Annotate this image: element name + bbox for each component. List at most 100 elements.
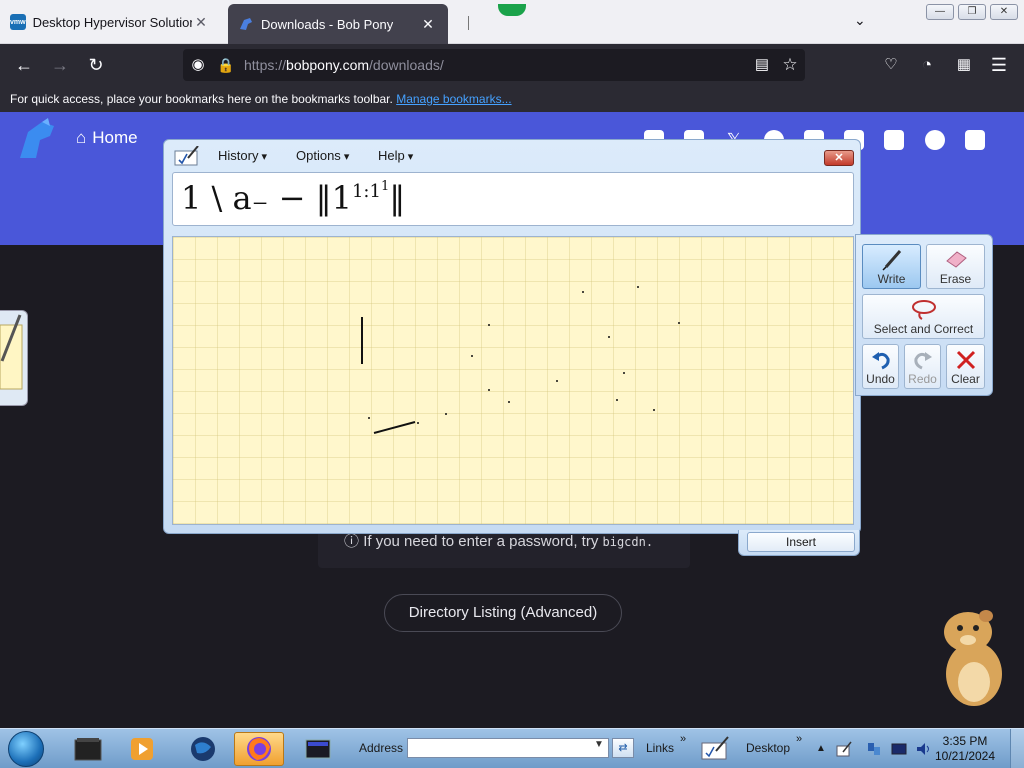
monitor-tray-icon[interactable] bbox=[891, 741, 907, 757]
erase-label: Erase bbox=[939, 272, 972, 286]
reader-view-icon[interactable]: ▤ bbox=[749, 52, 775, 78]
manage-bookmarks-link[interactable]: Manage bookmarks... bbox=[396, 92, 511, 106]
clear-label: Clear bbox=[951, 372, 980, 386]
desktop-chevron-icon[interactable]: » bbox=[796, 733, 802, 745]
vmware-favicon-icon: vmw bbox=[10, 14, 26, 30]
volume-tray-icon[interactable] bbox=[915, 741, 931, 757]
tab-desktop-hypervisor[interactable]: vmw Desktop Hypervisor Solutions | ✕ bbox=[0, 2, 220, 42]
taskbar-clock[interactable]: 3:35 PM 10/21/2024 bbox=[930, 734, 1000, 764]
email-icon[interactable] bbox=[965, 130, 985, 150]
undo-button[interactable]: Undo bbox=[862, 344, 899, 389]
browser-tab-strip: vmw Desktop Hypervisor Solutions | ✕ Dow… bbox=[0, 0, 1024, 44]
math-panel-close-button[interactable]: ✕ bbox=[824, 150, 854, 166]
tab-downloads-bob-pony[interactable]: Downloads - Bob Pony ✕ bbox=[228, 4, 448, 44]
address-dropdown-icon[interactable]: ▼ bbox=[594, 739, 604, 750]
taskbar-firefox-button[interactable] bbox=[234, 732, 284, 766]
taskbar-media-player-button[interactable] bbox=[117, 732, 167, 766]
preview-closing-norm: ‖ bbox=[389, 179, 406, 217]
extensions-icon[interactable]: ▦ bbox=[951, 52, 977, 78]
preview-expression: 1 \ a₋ − ‖1 bbox=[181, 179, 352, 217]
preview-superscript-2: 1 bbox=[380, 179, 390, 195]
desktop-toolbar-label[interactable]: Desktop bbox=[746, 741, 790, 755]
clear-button[interactable]: Clear bbox=[946, 344, 985, 389]
directory-listing-button[interactable]: Directory Listing (Advanced) bbox=[384, 594, 622, 632]
url-text[interactable]: https://bobpony.com/downloads/ bbox=[244, 57, 444, 73]
back-arrow-icon[interactable]: ← bbox=[11, 52, 37, 78]
write-label: Write bbox=[877, 272, 906, 286]
reload-icon[interactable]: ↻ bbox=[83, 52, 109, 78]
math-preview-area: 1 \ a₋ − ‖11:11‖ bbox=[172, 172, 854, 226]
math-input-gadget-icon[interactable] bbox=[0, 310, 28, 406]
browser-navigation-bar: ← → ↻ ◉ 🔒 https://bobpony.com/downloads/… bbox=[0, 44, 1024, 86]
info-icon: ⓘ bbox=[344, 533, 360, 550]
ink-strokes bbox=[361, 286, 680, 434]
menu-options[interactable]: Options bbox=[296, 148, 349, 163]
taskbar-vmware-button[interactable] bbox=[63, 732, 113, 766]
nav-home-label: Home bbox=[92, 128, 138, 147]
window-minimize-button[interactable]: — bbox=[926, 4, 954, 20]
insert-tab: Insert bbox=[738, 530, 860, 556]
math-input-taskbar-icon[interactable] bbox=[700, 735, 730, 763]
github-icon[interactable] bbox=[925, 130, 945, 150]
tab-close-icon[interactable]: ✕ bbox=[192, 14, 210, 31]
undo-arrow-icon bbox=[871, 352, 890, 370]
window-thumbnail-icon bbox=[305, 739, 331, 759]
address-go-button[interactable]: ⇄ bbox=[612, 738, 634, 758]
dark-box-icon bbox=[74, 738, 102, 761]
bookmark-star-icon[interactable]: ☆ bbox=[777, 52, 803, 78]
redo-arrow-icon bbox=[913, 352, 932, 370]
pocket-icon[interactable]: ♡ bbox=[878, 52, 904, 78]
address-toolbar-input[interactable] bbox=[407, 738, 609, 758]
math-input-panel: History Options Help ✕ 1 \ a₋ − ‖11:11‖ bbox=[163, 139, 861, 534]
select-and-correct-label: Select and Correct bbox=[873, 322, 974, 336]
window-maximize-button[interactable]: ❐ bbox=[958, 4, 986, 20]
handwriting-canvas[interactable] bbox=[172, 236, 854, 525]
eraser-icon bbox=[945, 251, 967, 268]
redo-button[interactable]: Redo bbox=[904, 344, 941, 389]
globe-icon bbox=[191, 737, 215, 761]
menu-help[interactable]: Help bbox=[378, 148, 413, 163]
pony-favicon-icon bbox=[238, 16, 254, 32]
hamster-mascot-image bbox=[944, 610, 1002, 706]
insert-button[interactable]: Insert bbox=[747, 532, 855, 552]
bob-pony-logo-icon[interactable] bbox=[14, 118, 60, 164]
shield-icon[interactable]: ◉ bbox=[185, 52, 211, 78]
network-tray-icon[interactable] bbox=[866, 741, 882, 757]
taskbar-globe-button[interactable] bbox=[178, 732, 228, 766]
write-button[interactable]: Write bbox=[862, 244, 921, 289]
clock-date: 10/21/2024 bbox=[934, 749, 996, 763]
lasso-icon bbox=[911, 300, 936, 320]
lock-icon[interactable]: 🔒 bbox=[213, 52, 239, 78]
discord-icon[interactable] bbox=[884, 130, 904, 150]
taskbar-window-button[interactable] bbox=[293, 732, 343, 766]
menu-history[interactable]: History bbox=[218, 148, 267, 163]
password-hint-code: bigcdn. bbox=[602, 535, 654, 549]
window-close-button[interactable]: ✕ bbox=[990, 4, 1018, 20]
menu-hamburger-icon[interactable]: ☰ bbox=[986, 52, 1012, 78]
show-hidden-icons-arrow-icon[interactable]: ▲ bbox=[816, 743, 826, 754]
preview-superscript: 1:1 bbox=[351, 181, 381, 203]
math-panel-menubar: History Options Help ✕ bbox=[164, 140, 860, 170]
erase-button[interactable]: Erase bbox=[926, 244, 985, 289]
undo-label: Undo bbox=[866, 372, 895, 386]
home-icon: ⌂ bbox=[76, 128, 87, 147]
math-input-app-icon[interactable] bbox=[174, 146, 200, 166]
forward-arrow-icon[interactable]: → bbox=[47, 52, 73, 78]
tab-close-icon[interactable]: ✕ bbox=[418, 16, 438, 33]
links-chevron-icon[interactable]: » bbox=[680, 733, 686, 745]
redo-label: Redo bbox=[908, 372, 937, 386]
select-and-correct-button[interactable]: Select and Correct bbox=[862, 294, 985, 339]
links-toolbar-label[interactable]: Links bbox=[646, 741, 674, 755]
start-button[interactable] bbox=[8, 731, 44, 767]
clear-x-icon bbox=[956, 350, 975, 370]
bookmarks-toolbar: For quick access, place your bookmarks h… bbox=[0, 86, 1024, 112]
clock-time: 3:35 PM bbox=[942, 734, 988, 748]
url-bar[interactable]: ◉ 🔒 https://bobpony.com/downloads/ ▤ ☆ bbox=[183, 49, 805, 81]
nav-home[interactable]: ⌂ Home bbox=[76, 128, 138, 148]
math-tools-panel: Write Erase Select and Correct Undo Redo… bbox=[855, 234, 993, 396]
pen-icon bbox=[881, 250, 901, 271]
show-desktop-button[interactable] bbox=[1010, 729, 1024, 768]
list-all-tabs-chevron-icon[interactable]: ⌄ bbox=[854, 12, 866, 29]
pen-tray-icon[interactable] bbox=[836, 741, 852, 757]
account-icon[interactable]: ◔ bbox=[914, 52, 940, 78]
